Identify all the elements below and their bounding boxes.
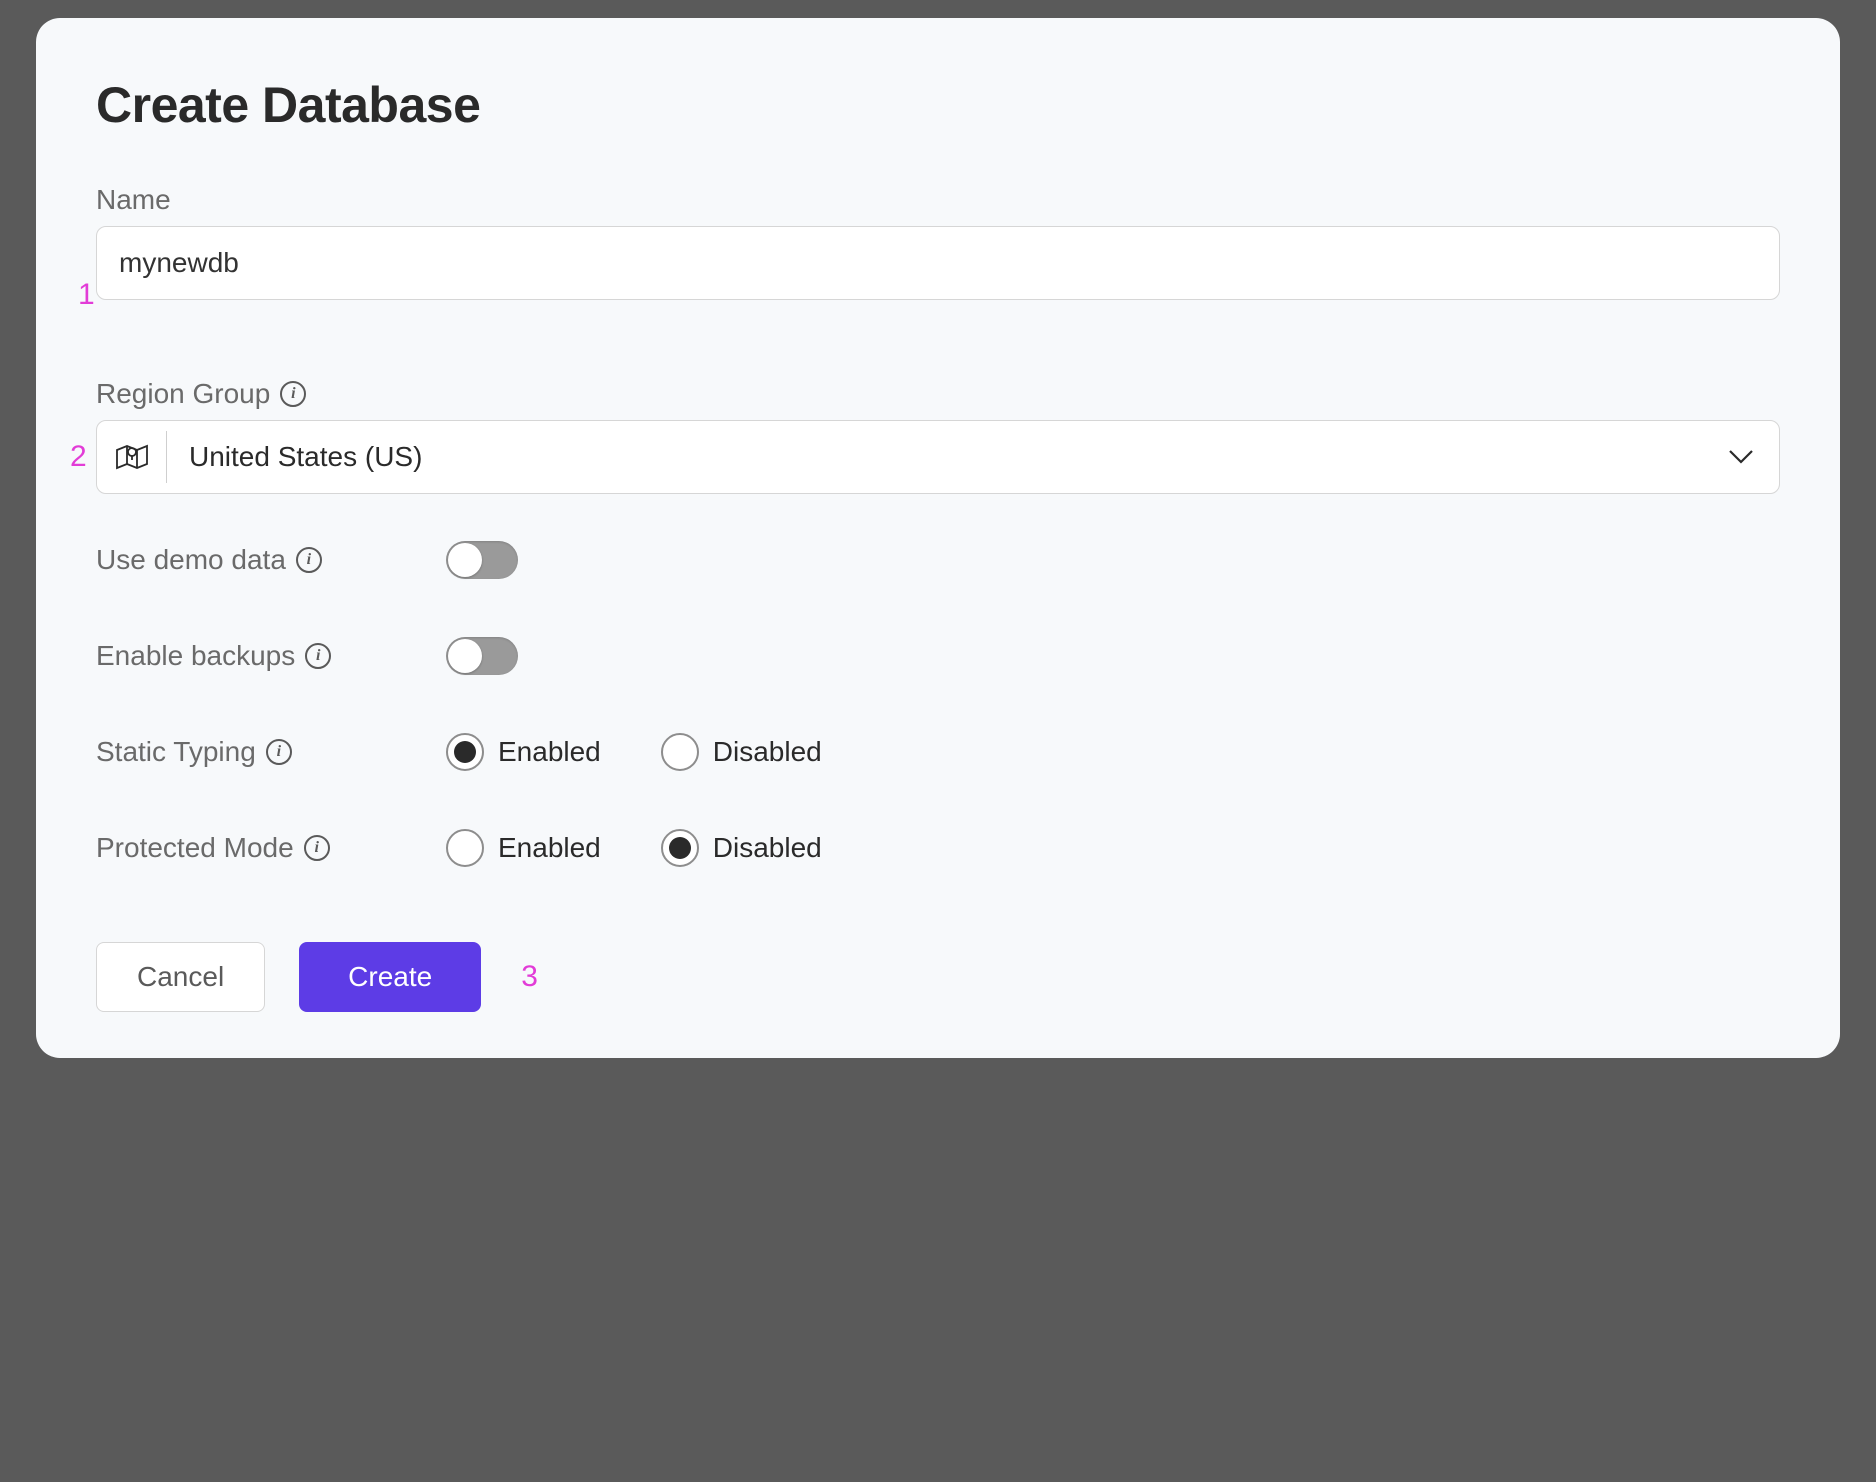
demo-data-label: Use demo data i bbox=[96, 544, 446, 576]
demo-data-toggle[interactable] bbox=[446, 541, 518, 579]
toggle-knob bbox=[448, 639, 482, 673]
radio-button bbox=[446, 733, 484, 771]
annotation-1: 1 bbox=[78, 278, 95, 312]
region-label-text: Region Group bbox=[96, 378, 270, 410]
static-typing-enabled-option[interactable]: Enabled bbox=[446, 733, 601, 771]
region-select[interactable]: United States (US) bbox=[96, 420, 1780, 494]
backups-label-text: Enable backups bbox=[96, 640, 295, 672]
info-icon[interactable]: i bbox=[266, 739, 292, 765]
region-selected-value: United States (US) bbox=[167, 441, 1727, 473]
name-label: Name bbox=[96, 184, 1780, 216]
static-typing-row: Static Typing i Enabled Disabled bbox=[96, 722, 1780, 782]
region-label: Region Group i bbox=[96, 378, 1780, 410]
name-input[interactable] bbox=[96, 226, 1780, 300]
demo-data-row: Use demo data i bbox=[96, 530, 1780, 590]
info-icon[interactable]: i bbox=[305, 643, 331, 669]
annotation-3: 3 bbox=[521, 960, 538, 994]
backups-toggle[interactable] bbox=[446, 637, 518, 675]
name-label-text: Name bbox=[96, 184, 171, 216]
info-icon[interactable]: i bbox=[280, 381, 306, 407]
protected-mode-enabled-option[interactable]: Enabled bbox=[446, 829, 601, 867]
protected-mode-label: Protected Mode i bbox=[96, 832, 446, 864]
radio-label: Disabled bbox=[713, 736, 822, 768]
map-icon bbox=[97, 431, 167, 483]
name-field-block: 1 Name bbox=[96, 184, 1780, 300]
radio-label: Enabled bbox=[498, 736, 601, 768]
radio-label: Enabled bbox=[498, 832, 601, 864]
static-typing-disabled-option[interactable]: Disabled bbox=[661, 733, 822, 771]
info-icon[interactable]: i bbox=[304, 835, 330, 861]
create-button[interactable]: Create bbox=[299, 942, 481, 1012]
region-field-block: 2 Region Group i United States (US) bbox=[96, 378, 1780, 494]
demo-data-label-text: Use demo data bbox=[96, 544, 286, 576]
static-typing-radio-group: Enabled Disabled bbox=[446, 733, 1780, 771]
radio-button bbox=[661, 829, 699, 867]
static-typing-label-text: Static Typing bbox=[96, 736, 256, 768]
protected-mode-radio-group: Enabled Disabled bbox=[446, 829, 1780, 867]
info-icon[interactable]: i bbox=[296, 547, 322, 573]
protected-mode-disabled-option[interactable]: Disabled bbox=[661, 829, 822, 867]
protected-mode-label-text: Protected Mode bbox=[96, 832, 294, 864]
static-typing-label: Static Typing i bbox=[96, 736, 446, 768]
radio-button bbox=[661, 733, 699, 771]
protected-mode-row: Protected Mode i Enabled Disabled bbox=[96, 818, 1780, 878]
backups-row: Enable backups i bbox=[96, 626, 1780, 686]
annotation-2: 2 bbox=[70, 440, 87, 474]
radio-label: Disabled bbox=[713, 832, 822, 864]
cancel-button[interactable]: Cancel bbox=[96, 942, 265, 1012]
toggle-knob bbox=[448, 543, 482, 577]
radio-button bbox=[446, 829, 484, 867]
dialog-title: Create Database bbox=[96, 76, 1780, 134]
chevron-down-icon bbox=[1727, 443, 1755, 471]
dialog-actions: Cancel Create 3 bbox=[96, 942, 1780, 1012]
backups-label: Enable backups i bbox=[96, 640, 446, 672]
create-database-dialog: Create Database 1 Name 2 Region Group i … bbox=[36, 18, 1840, 1058]
